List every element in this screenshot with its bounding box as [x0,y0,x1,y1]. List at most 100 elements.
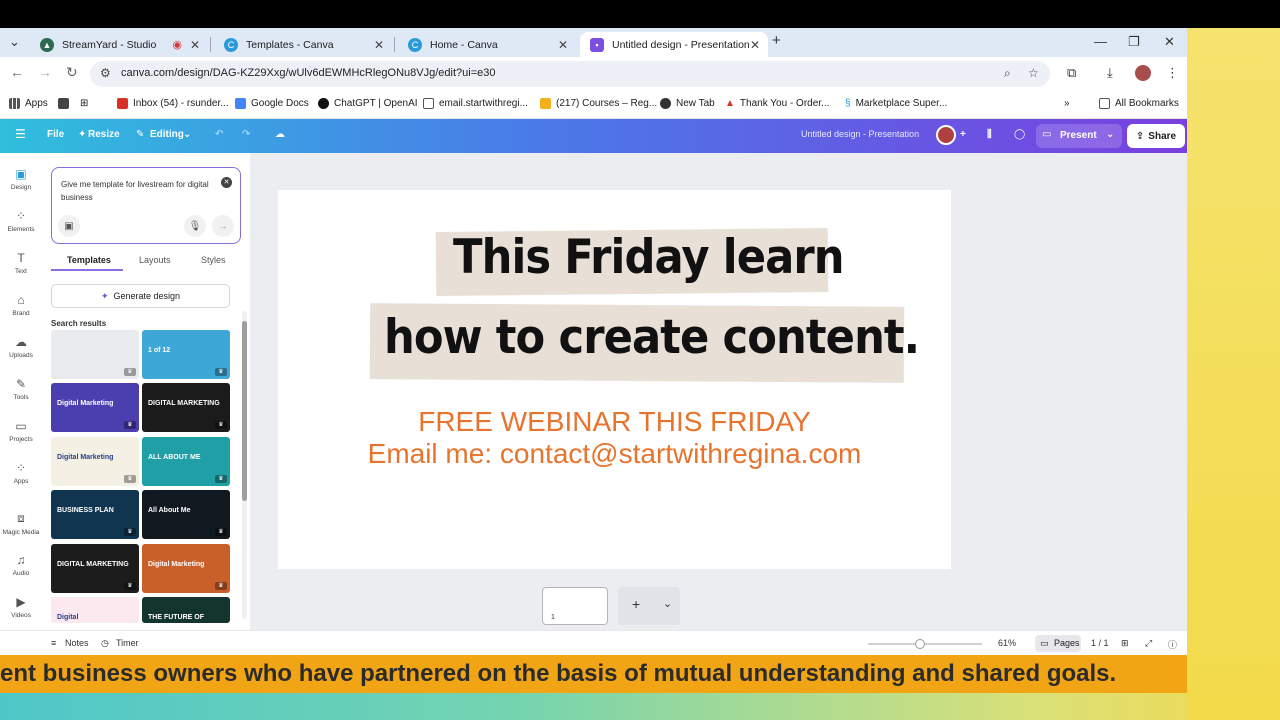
fullscreen-icon[interactable]: ⤢ [1145,638,1152,649]
resize-button[interactable]: Resize [88,129,120,140]
comment-icon[interactable]: ◯ [1014,129,1025,140]
tab-home-canva[interactable]: C Home - Canva ✕ [398,32,576,57]
rail-item-text[interactable]: T Text [0,251,42,275]
site-settings-icon[interactable]: ⚙ [100,66,111,80]
bookmark-grid-icon[interactable]: ⊞ [80,98,88,109]
file-menu[interactable]: File [47,129,64,140]
notes-button[interactable]: Notes [65,638,89,648]
add-page-button[interactable]: + ⌄ [618,587,680,625]
tab-search-chevron-icon[interactable]: ⌄ [9,34,20,50]
template-thumbnail[interactable]: ♛ [51,330,139,379]
zoom-search-icon[interactable]: ⌕ [1004,66,1011,81]
bookmark-new-tab[interactable]: New Tab [660,98,715,109]
back-arrow-icon[interactable]: ← [10,64,24,80]
generate-design-button[interactable]: ✦ Generate design [51,284,230,308]
reload-icon[interactable]: ↻ [66,64,78,81]
hamburger-menu-icon[interactable]: ☰ [15,127,26,141]
minimize-icon[interactable]: — [1094,34,1107,49]
bookmark-all-bookmarks[interactable]: All Bookmarks [1099,98,1179,109]
template-thumbnail[interactable]: Digital [51,597,139,623]
template-thumbnail[interactable]: THE FUTURE OF DIGITAL [142,597,230,623]
bookmark-chatgpt[interactable]: ChatGPT | OpenAI [318,98,418,109]
chevron-down-icon[interactable]: ⌄ [1106,129,1114,140]
more-bookmarks-chevron-icon[interactable]: » [1064,98,1070,109]
clear-prompt-close-icon[interactable]: ✕ [221,177,232,188]
present-button[interactable]: ▭ Present ⌄ [1036,124,1122,148]
template-thumbnail[interactable]: BUSINESS PLAN ♛ [51,490,139,539]
chevron-down-icon[interactable]: ⌄ [183,129,191,140]
zoom-level[interactable]: 61% [998,638,1016,648]
zoom-slider-track[interactable] [868,643,982,645]
template-thumbnail[interactable]: 1 of 12 ♛ [142,330,230,379]
chevron-down-icon[interactable]: ⌄ [663,597,672,610]
bookmark-marketplace[interactable]: § Marketplace Super... [845,98,947,109]
tab-untitled-design[interactable]: ▪ Untitled design - Presentation ✕ [580,32,768,57]
close-tab-icon[interactable]: ✕ [558,38,568,52]
template-thumbnail[interactable]: DIGITAL MARKETING ♛ [142,383,230,432]
bookmark-email-startwithregina[interactable]: email.startwithregi... [423,98,528,109]
tab-templates[interactable]: Templates [67,255,111,265]
timer-button[interactable]: Timer [116,638,139,648]
rail-item-tools[interactable]: ✎ Tools [0,377,42,401]
template-thumbnail[interactable]: DIGITAL MARKETING ♛ [51,544,139,593]
bookmark-square-icon[interactable] [58,98,74,109]
document-title[interactable]: Untitled design - Presentation [801,129,919,139]
bookmark-star-icon[interactable]: ☆ [1028,66,1039,80]
rail-item-projects[interactable]: ▭ Projects [0,419,42,443]
tab-styles[interactable]: Styles [201,255,226,265]
bookmark-courses[interactable]: (217) Courses – Reg... [540,98,657,109]
close-tab-icon[interactable]: ✕ [750,38,760,52]
forward-arrow-icon[interactable]: → [38,64,52,80]
close-tab-icon[interactable]: ✕ [190,38,200,52]
address-bar[interactable]: ⚙ canva.com/design/DAG-KZ29Xxg/wUlv6dEWM… [90,61,1050,87]
rail-item-elements[interactable]: ⁘ Elements [0,209,42,233]
pages-button[interactable]: ▭ Pages [1035,635,1081,652]
add-image-icon[interactable]: ▣ [58,215,80,237]
download-icon[interactable]: ⤓ [1107,65,1113,81]
restore-icon[interactable]: ❐ [1128,34,1140,50]
rail-item-videos[interactable]: ▶ Videos [0,595,42,619]
insights-chart-icon[interactable]: ⫼ [987,129,992,140]
slide-canvas[interactable]: This Friday learn how to create content.… [278,190,951,569]
ai-prompt-input[interactable]: Give me template for livestream for digi… [51,167,241,244]
cloud-save-icon[interactable]: ☁ [275,129,285,140]
page-thumbnail[interactable]: 1 [542,587,608,625]
grid-view-icon[interactable]: ⊞ [1121,638,1129,649]
rail-item-design[interactable]: ▣ Design [0,167,42,191]
bookmark-inbox[interactable]: Inbox (54) - rsunder... [117,98,229,109]
webinar-text[interactable]: FREE WEBINAR THIS FRIDAY [278,406,951,438]
browser-menu-icon[interactable]: ⋮ [1166,65,1179,81]
tab-streamyard[interactable]: ▲ StreamYard - Studio ◉ ✕ [30,32,208,57]
headline-line-2[interactable]: how to create content. [384,310,920,365]
template-thumbnail[interactable]: ALL ABOUT ME ♛ [142,437,230,486]
submit-arrow-icon[interactable]: → [212,215,234,237]
add-collaborator-plus-icon[interactable]: + [960,129,966,140]
bookmark-apps[interactable]: Apps [9,98,48,109]
extensions-icon[interactable]: ⧉ [1067,65,1076,81]
zoom-slider-handle[interactable] [915,639,925,649]
profile-avatar[interactable] [1135,65,1151,84]
email-text[interactable]: Email me: contact@startwithregina.com [278,438,951,470]
collaborator-avatar[interactable] [936,125,956,148]
microphone-icon[interactable]: 🎙 [184,215,206,237]
tab-layouts[interactable]: Layouts [139,255,171,265]
new-tab-plus-icon[interactable]: + [772,32,781,49]
rail-item-magic-media[interactable]: ⧈ Magic Media [0,511,42,536]
template-thumbnail[interactable]: All About Me ♛ [142,490,230,539]
template-thumbnail[interactable]: Digital Marketing ♛ [142,544,230,593]
close-tab-icon[interactable]: ✕ [374,38,384,52]
bookmark-thank-you[interactable]: ▲ Thank You - Order... [725,98,829,109]
tab-templates-canva[interactable]: C Templates - Canva ✕ [214,32,392,57]
bookmark-google-docs[interactable]: Google Docs [235,98,309,109]
window-close-icon[interactable]: ✕ [1164,34,1175,50]
template-thumbnail[interactable]: Digital Marketing ♛ [51,437,139,486]
redo-icon[interactable]: ↷ [242,129,250,140]
rail-item-brand[interactable]: ⌂ Brand [0,293,42,317]
rail-item-uploads[interactable]: ☁ Uploads [0,335,42,359]
rail-item-apps[interactable]: ⁘ Apps [0,461,42,485]
rail-item-audio[interactable]: ♫ Audio [0,553,42,577]
template-thumbnail[interactable]: Digital Marketing ♛ [51,383,139,432]
editing-mode-button[interactable]: Editing [150,129,184,140]
help-icon[interactable]: ⓘ [1168,638,1177,651]
headline-line-1[interactable]: This Friday learn [453,230,845,285]
